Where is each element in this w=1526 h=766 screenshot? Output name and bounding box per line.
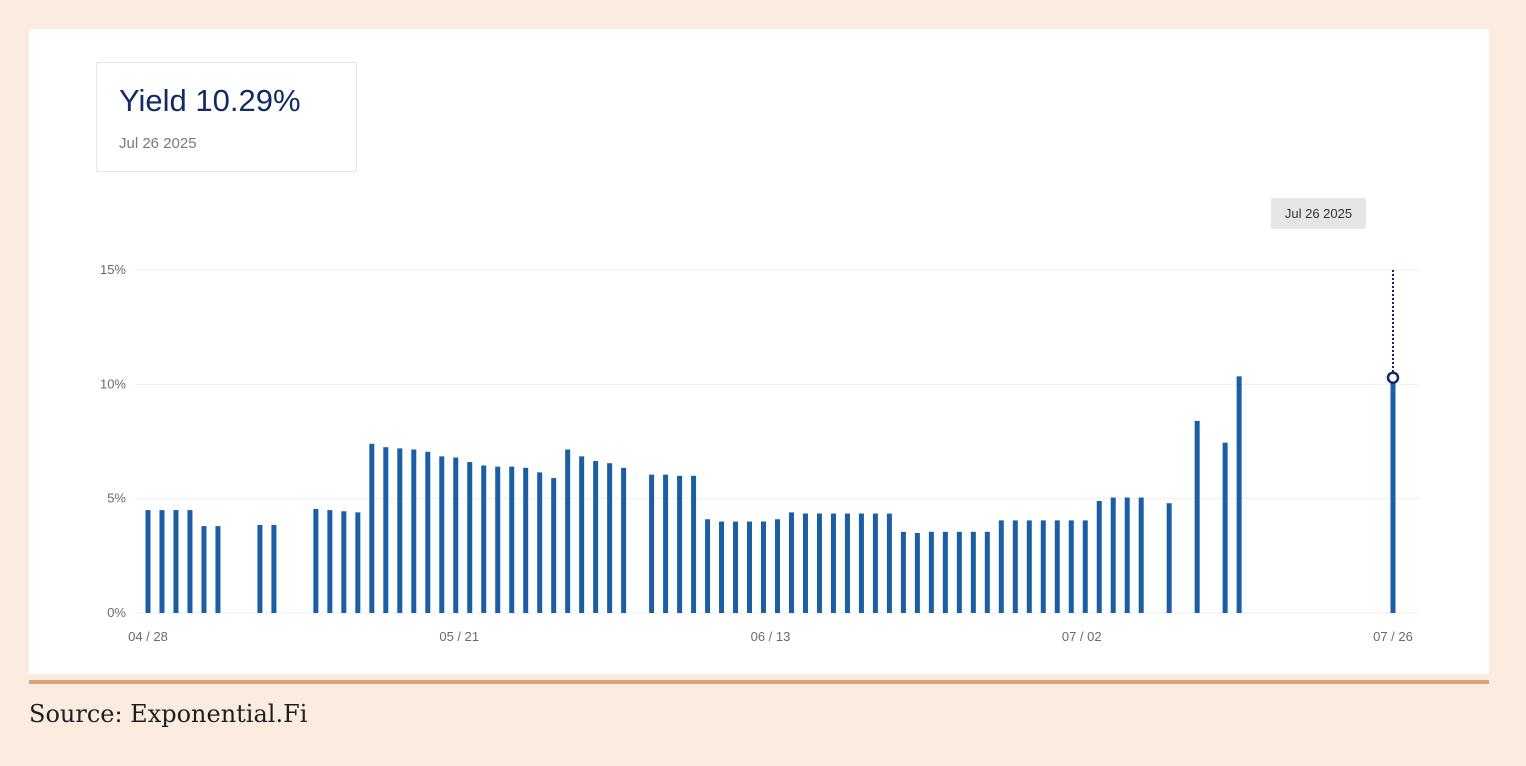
bar[interactable] (788, 512, 794, 613)
bar[interactable] (1096, 500, 1102, 613)
bar[interactable] (774, 519, 780, 613)
bar[interactable] (215, 526, 221, 613)
bar[interactable] (187, 510, 193, 613)
bar[interactable] (593, 460, 599, 613)
x-tick-label: 07 / 02 (1062, 629, 1102, 644)
bar[interactable] (663, 474, 669, 613)
bar[interactable] (369, 443, 375, 613)
bar[interactable] (649, 474, 655, 613)
bar[interactable] (691, 475, 697, 613)
x-tick-label: 07 / 26 (1373, 629, 1413, 644)
hover-tooltip: Jul 26 2025 (1271, 198, 1366, 229)
bar[interactable] (1166, 503, 1172, 613)
bar[interactable] (173, 510, 179, 613)
bar[interactable] (1068, 520, 1074, 613)
bar[interactable] (970, 531, 976, 613)
bar[interactable] (914, 532, 920, 613)
bar[interactable] (411, 449, 417, 613)
bar[interactable] (145, 510, 151, 613)
bar[interactable] (1390, 377, 1396, 613)
bar[interactable] (928, 531, 934, 613)
bar[interactable] (159, 510, 165, 613)
bar[interactable] (942, 531, 948, 613)
x-tick-label: 06 / 13 (751, 629, 791, 644)
bar[interactable] (1138, 497, 1144, 613)
source-note: Source: Exponential.Fi (29, 700, 308, 728)
bar[interactable] (733, 521, 739, 613)
bar[interactable] (621, 467, 627, 613)
y-tick-label: 10% (100, 376, 126, 391)
bar[interactable] (1110, 497, 1116, 613)
bar[interactable] (858, 513, 864, 613)
bar[interactable] (1040, 520, 1046, 613)
divider-rule (29, 680, 1489, 684)
bar[interactable] (830, 513, 836, 613)
bar[interactable] (453, 457, 459, 613)
yield-bar-chart: 0% 5% 10% 15% 04 / 28 05 / 21 06 / 13 07 / 02 07… (100, 262, 1420, 644)
bar[interactable] (705, 519, 711, 613)
x-tick-label: 05 / 21 (439, 629, 479, 644)
bar[interactable] (439, 456, 445, 613)
bar[interactable] (579, 456, 585, 613)
bar[interactable] (1222, 442, 1228, 613)
bar[interactable] (397, 448, 403, 613)
bar[interactable] (355, 512, 361, 613)
bar[interactable] (495, 466, 501, 613)
y-tick-label: 5% (107, 491, 126, 506)
bar[interactable] (984, 531, 990, 613)
bar[interactable] (719, 521, 725, 613)
bar[interactable] (1124, 497, 1130, 613)
bar[interactable] (509, 466, 515, 613)
bar[interactable] (257, 524, 263, 613)
bar[interactable] (383, 447, 389, 613)
y-tick-label: 0% (107, 605, 126, 620)
bar[interactable] (201, 526, 207, 613)
x-tick-label: 04 / 28 (128, 629, 168, 644)
bar[interactable] (481, 465, 487, 613)
bar[interactable] (872, 513, 878, 613)
bar[interactable] (1026, 520, 1032, 613)
bar[interactable] (271, 524, 277, 613)
bar[interactable] (1054, 520, 1060, 613)
bar[interactable] (341, 511, 347, 613)
bar[interactable] (565, 449, 571, 613)
bar[interactable] (747, 521, 753, 613)
bar[interactable] (551, 478, 557, 613)
bar[interactable] (1012, 520, 1018, 613)
bar[interactable] (607, 463, 613, 613)
bar[interactable] (327, 510, 333, 613)
bar[interactable] (900, 531, 906, 613)
bar[interactable] (467, 462, 473, 613)
bar[interactable] (844, 513, 850, 613)
bar[interactable] (802, 513, 808, 613)
y-tick-label: 15% (100, 262, 126, 277)
bar[interactable] (956, 531, 962, 613)
bar[interactable] (886, 513, 892, 613)
bar[interactable] (425, 451, 431, 613)
bar[interactable] (677, 475, 683, 613)
highlight-point[interactable] (1386, 371, 1400, 384)
bar[interactable] (523, 467, 529, 613)
bar[interactable] (1236, 376, 1242, 613)
bar[interactable] (313, 508, 319, 613)
bar[interactable] (816, 513, 822, 613)
bar[interactable] (1082, 520, 1088, 613)
bar[interactable] (761, 521, 767, 613)
bar[interactable] (998, 520, 1004, 613)
bar[interactable] (537, 472, 543, 613)
bar[interactable] (1194, 420, 1200, 613)
